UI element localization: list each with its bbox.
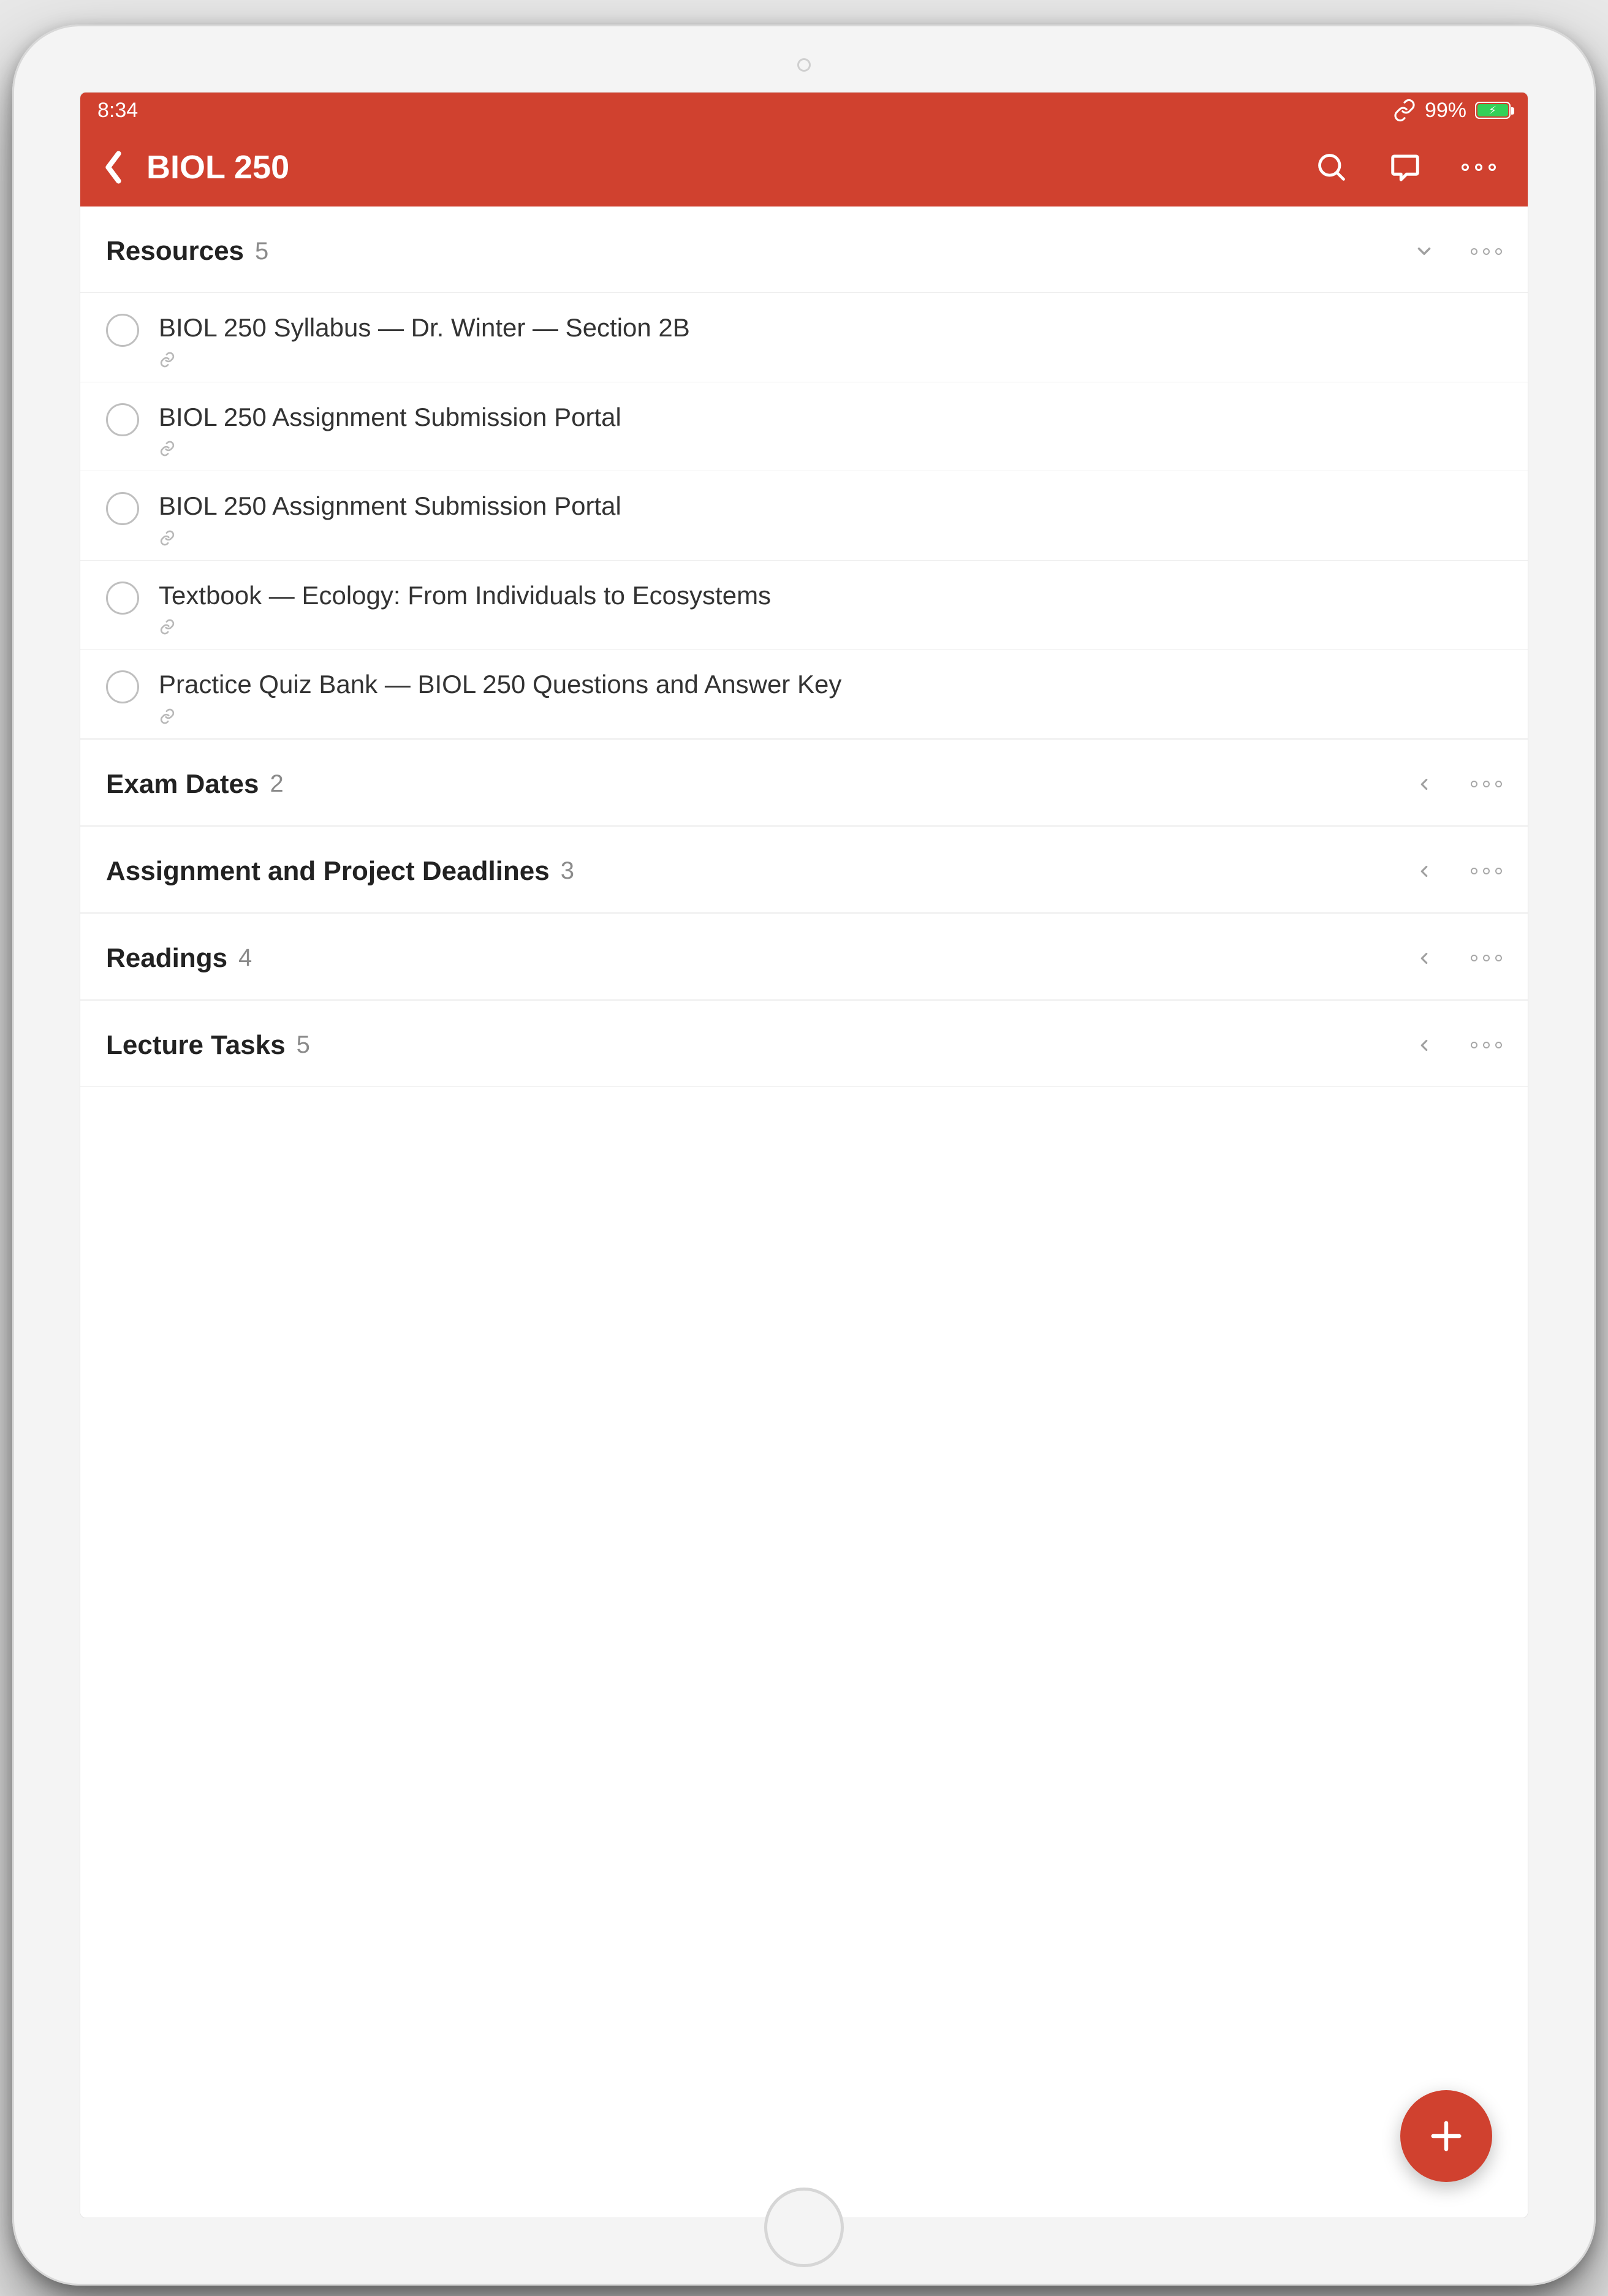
nav-bar: BIOL 250 [80, 128, 1528, 206]
section-count: 5 [297, 1031, 310, 1059]
task-title: Practice Quiz Bank — BIOL 250 Questions … [159, 668, 1502, 702]
link-icon [159, 618, 1502, 635]
task-body: Textbook — Ecology: From Individuals to … [159, 579, 1502, 636]
battery-icon: ⚡︎ [1475, 102, 1511, 119]
section-title: Lecture Tasks [106, 1030, 286, 1061]
task-checkbox[interactable] [106, 403, 139, 436]
task-row[interactable]: BIOL 250 Assignment Submission Portal [80, 382, 1528, 472]
section-title: Readings [106, 943, 227, 974]
status-right: 99% ⚡︎ [1393, 99, 1511, 123]
task-row[interactable]: Textbook — Ecology: From Individuals to … [80, 561, 1528, 650]
blank-space [80, 1087, 1528, 1639]
section-header[interactable]: Resources 5 [80, 206, 1528, 293]
back-button[interactable] [102, 150, 124, 184]
task-body: BIOL 250 Assignment Submission Portal [159, 490, 1502, 547]
add-task-button[interactable] [1400, 2090, 1492, 2182]
section-more-button[interactable] [1471, 955, 1502, 961]
search-button[interactable] [1314, 150, 1349, 184]
task-title: BIOL 250 Assignment Submission Portal [159, 401, 1502, 434]
task-row[interactable]: BIOL 250 Assignment Submission Portal [80, 471, 1528, 561]
chevron-down-icon[interactable] [1412, 241, 1436, 262]
section-header[interactable]: Exam Dates 2 [80, 739, 1528, 826]
section-count: 4 [238, 944, 252, 972]
charging-bolt-icon: ⚡︎ [1489, 105, 1496, 116]
link-icon [159, 440, 1502, 457]
status-time: 8:34 [97, 99, 138, 123]
link-icon [159, 529, 1502, 547]
battery-percent-label: 99% [1425, 99, 1466, 123]
device-home-button[interactable] [764, 2188, 844, 2267]
section-count: 3 [561, 857, 574, 885]
task-body: BIOL 250 Assignment Submission Portal [159, 401, 1502, 458]
screen: 8:34 99% ⚡︎ [80, 92, 1528, 2218]
task-checkbox[interactable] [106, 582, 139, 615]
section-more-button[interactable] [1471, 1042, 1502, 1048]
task-title: BIOL 250 Syllabus — Dr. Winter — Section… [159, 311, 1502, 345]
section-title: Exam Dates [106, 769, 259, 800]
battery-fill: ⚡︎ [1477, 104, 1508, 116]
more-options-button[interactable] [1462, 164, 1496, 171]
status-bar: 8:34 99% ⚡︎ [80, 93, 1528, 128]
task-title: BIOL 250 Assignment Submission Portal [159, 490, 1502, 523]
section-title: Assignment and Project Deadlines [106, 856, 550, 887]
section-header[interactable]: Assignment and Project Deadlines 3 [80, 826, 1528, 913]
section-header[interactable]: Lecture Tasks 5 [80, 1000, 1528, 1087]
section-header[interactable]: Readings 4 [80, 913, 1528, 1000]
task-checkbox[interactable] [106, 314, 139, 347]
nav-actions [1314, 150, 1496, 184]
section-more-button[interactable] [1471, 248, 1502, 255]
chevron-left-icon[interactable] [1412, 1035, 1436, 1056]
content-scroll[interactable]: Resources 5 BIOL 250 Syllabus — Dr. Winter… [80, 206, 1528, 2218]
ipad-device-frame: 8:34 99% ⚡︎ [12, 25, 1596, 2286]
comments-button[interactable] [1388, 150, 1422, 184]
task-row[interactable]: Practice Quiz Bank — BIOL 250 Questions … [80, 650, 1528, 739]
section-count: 5 [255, 238, 268, 265]
privacy-link-icon [1393, 99, 1416, 122]
device-camera [797, 58, 811, 72]
task-title: Textbook — Ecology: From Individuals to … [159, 579, 1502, 613]
chevron-left-icon[interactable] [1412, 948, 1436, 969]
task-checkbox[interactable] [106, 670, 139, 703]
task-body: BIOL 250 Syllabus — Dr. Winter — Section… [159, 311, 1502, 368]
chevron-left-icon[interactable] [1412, 861, 1436, 882]
task-row[interactable]: BIOL 250 Syllabus — Dr. Winter — Section… [80, 293, 1528, 382]
section-count: 2 [270, 770, 283, 798]
link-icon [159, 708, 1502, 725]
page-title: BIOL 250 [146, 148, 1292, 186]
task-checkbox[interactable] [106, 492, 139, 525]
link-icon [159, 351, 1502, 368]
chevron-left-icon[interactable] [1412, 774, 1436, 795]
section-title: Resources [106, 236, 244, 267]
section-more-button[interactable] [1471, 868, 1502, 874]
task-body: Practice Quiz Bank — BIOL 250 Questions … [159, 668, 1502, 725]
section-more-button[interactable] [1471, 781, 1502, 787]
